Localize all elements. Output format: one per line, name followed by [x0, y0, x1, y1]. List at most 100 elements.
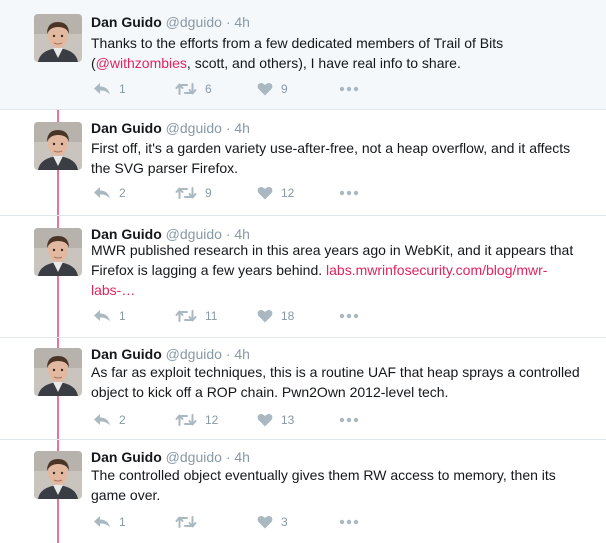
author-handle[interactable]: @dguido	[166, 346, 222, 362]
retweet-button[interactable]	[175, 515, 257, 529]
author-handle[interactable]: @dguido	[166, 449, 222, 465]
like-button[interactable]: 18	[257, 309, 339, 323]
tweet-actions: 2 9 12	[93, 184, 359, 202]
reply-icon	[94, 310, 110, 322]
tweet-text: Thanks to the efforts from a few dedicat…	[91, 33, 591, 73]
reply-button[interactable]: 2	[93, 413, 175, 427]
tweet-text: First off, it's a garden variety use-aft…	[91, 138, 591, 178]
retweet-button[interactable]: 6	[175, 82, 257, 96]
retweet-count: 6	[205, 82, 212, 96]
tweet-header: Dan Guido @dguido · 4h	[91, 13, 250, 31]
retweet-icon	[175, 83, 197, 95]
like-button[interactable]: 12	[257, 186, 339, 200]
avatar[interactable]	[34, 14, 82, 62]
timestamp[interactable]: 4h	[234, 14, 250, 30]
separator-dot: ·	[225, 120, 231, 136]
tweet-actions: 1 3	[93, 513, 359, 531]
more-dots-icon	[339, 86, 359, 92]
avatar[interactable]	[34, 122, 82, 170]
more-dots-icon	[339, 519, 359, 525]
author-name[interactable]: Dan Guido	[91, 14, 162, 30]
reply-count: 2	[119, 413, 126, 427]
tweet-header: Dan Guido @dguido · 4h	[91, 119, 250, 137]
separator-dot: ·	[225, 449, 231, 465]
like-button[interactable]: 9	[257, 82, 339, 96]
retweet-count: 11	[205, 309, 218, 323]
tweet-header: Dan Guido @dguido · 4h	[91, 448, 250, 466]
like-count: 3	[281, 515, 288, 529]
retweet-icon	[175, 516, 197, 528]
heart-icon	[257, 515, 273, 529]
reply-count: 1	[119, 515, 126, 529]
retweet-icon	[175, 414, 197, 426]
heart-icon	[257, 309, 273, 323]
author-handle[interactable]: @dguido	[166, 120, 222, 136]
tweet-text: MWR published research in this area year…	[91, 240, 591, 300]
reply-icon	[94, 83, 110, 95]
avatar[interactable]	[34, 228, 82, 276]
more-options-button[interactable]	[339, 519, 359, 525]
tweet-text: The controlled object eventually gives t…	[91, 465, 591, 505]
avatar[interactable]	[34, 348, 82, 396]
retweet-button[interactable]: 12	[175, 413, 257, 427]
author-name[interactable]: Dan Guido	[91, 449, 162, 465]
reply-button[interactable]: 1	[93, 82, 175, 96]
mention-link[interactable]: @withzombies	[96, 55, 187, 71]
tweet-thread: Dan Guido @dguido · 4h Thanks to the eff…	[0, 0, 606, 543]
like-count: 9	[281, 82, 288, 96]
separator-dot: ·	[225, 346, 231, 362]
heart-icon	[257, 186, 273, 200]
like-button[interactable]: 3	[257, 515, 339, 529]
reply-count: 2	[119, 186, 126, 200]
author-name[interactable]: Dan Guido	[91, 120, 162, 136]
tweet-item[interactable]: Dan Guido @dguido · 4h Thanks to the eff…	[0, 0, 606, 110]
retweet-count: 12	[205, 413, 219, 427]
more-options-button[interactable]	[339, 313, 359, 319]
tweet-text-segment: As far as exploit techniques, this is a …	[91, 364, 580, 400]
more-dots-icon	[339, 417, 359, 423]
tweet-header: Dan Guido @dguido · 4h	[91, 345, 250, 363]
more-options-button[interactable]	[339, 86, 359, 92]
retweet-icon	[175, 187, 197, 199]
reply-count: 1	[119, 82, 126, 96]
reply-button[interactable]: 1	[93, 309, 175, 323]
tweet-text-segment: The controlled object eventually gives t…	[91, 467, 556, 503]
timestamp[interactable]: 4h	[234, 449, 250, 465]
author-handle[interactable]: @dguido	[166, 14, 222, 30]
retweet-icon	[175, 310, 197, 322]
reply-count: 1	[119, 309, 126, 323]
tweet-item[interactable]: Dan Guido @dguido · 4h First off, it's a…	[0, 110, 606, 216]
separator-dot: ·	[225, 14, 231, 30]
tweet-text-segment: , scott, and others), I have real info t…	[186, 55, 461, 71]
retweet-button[interactable]: 11	[175, 309, 257, 323]
tweet-actions: 1 11 18	[93, 307, 359, 325]
reply-button[interactable]: 1	[93, 515, 175, 529]
tweet-actions: 1 6 9	[93, 80, 359, 98]
heart-icon	[257, 413, 273, 427]
tweet-text-segment: First off, it's a garden variety use-aft…	[91, 140, 571, 176]
tweet-item[interactable]: Dan Guido @dguido · 4h As far as exploit…	[0, 338, 606, 440]
more-dots-icon	[339, 190, 359, 196]
retweet-button[interactable]: 9	[175, 186, 257, 200]
reply-icon	[94, 516, 110, 528]
tweet-item[interactable]: Dan Guido @dguido · 4h MWR published res…	[0, 216, 606, 338]
more-options-button[interactable]	[339, 417, 359, 423]
timestamp[interactable]: 4h	[234, 346, 250, 362]
tweet-item[interactable]: Dan Guido @dguido · 4h The controlled ob…	[0, 440, 606, 543]
like-count: 13	[281, 413, 295, 427]
avatar[interactable]	[34, 451, 82, 499]
like-count: 18	[281, 309, 295, 323]
like-count: 12	[281, 186, 295, 200]
tweet-actions: 2 12 13	[93, 411, 359, 429]
more-options-button[interactable]	[339, 190, 359, 196]
more-dots-icon	[339, 313, 359, 319]
heart-icon	[257, 82, 273, 96]
tweet-text: As far as exploit techniques, this is a …	[91, 362, 591, 402]
reply-icon	[94, 187, 110, 199]
retweet-count: 9	[205, 186, 212, 200]
reply-button[interactable]: 2	[93, 186, 175, 200]
reply-icon	[94, 414, 110, 426]
author-name[interactable]: Dan Guido	[91, 346, 162, 362]
like-button[interactable]: 13	[257, 413, 339, 427]
timestamp[interactable]: 4h	[234, 120, 250, 136]
